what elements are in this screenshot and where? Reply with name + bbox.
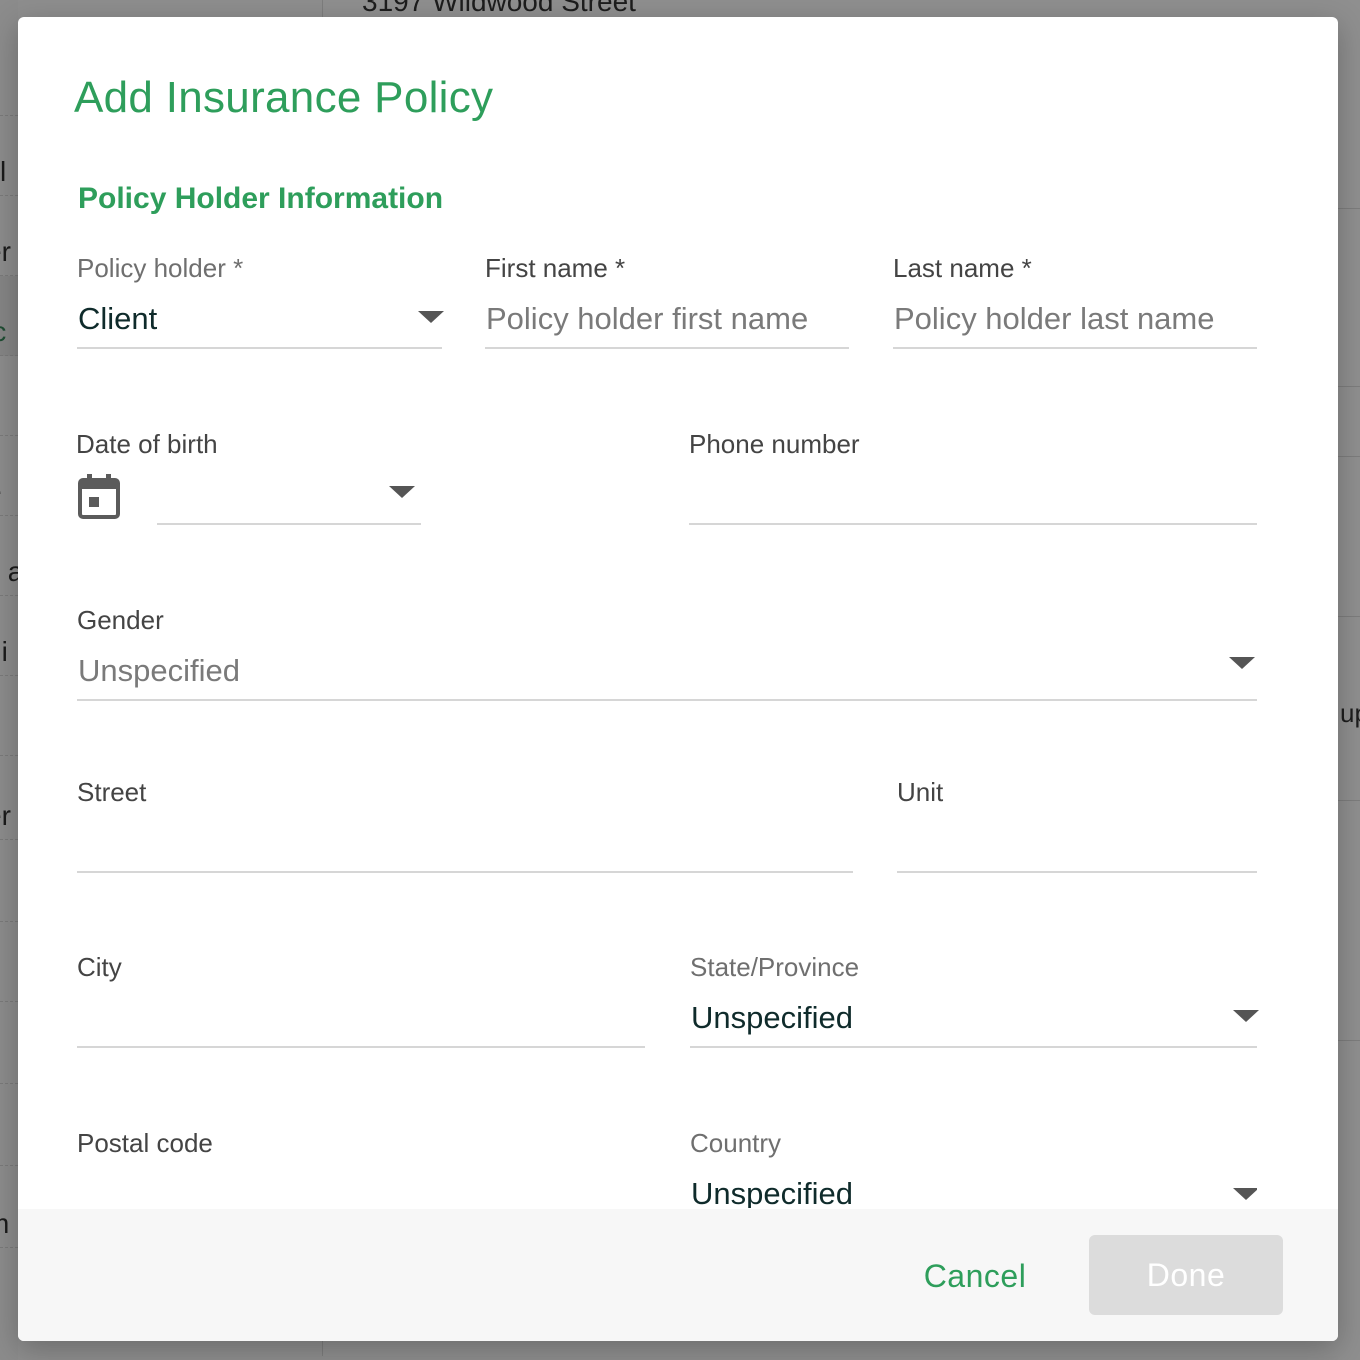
background-divider xyxy=(1338,800,1360,801)
background-sidebar-text: e xyxy=(0,476,2,508)
background-sidebar-row: m xyxy=(0,1168,18,1248)
last-name-underline xyxy=(893,347,1257,349)
policy-holder-underline xyxy=(77,347,442,349)
background-right-panel xyxy=(1338,0,1360,1360)
street-field: Street xyxy=(77,777,853,875)
first-name-underline xyxy=(485,347,849,349)
street-input[interactable] xyxy=(78,825,853,869)
postal-code-input[interactable] xyxy=(78,1176,645,1208)
date-of-birth-label: Date of birth xyxy=(76,429,218,459)
background-sidebar-text: m xyxy=(0,1208,9,1240)
last-name-label: Last name * xyxy=(893,253,1032,283)
chevron-down-icon xyxy=(1229,657,1255,669)
street-underline xyxy=(77,871,853,873)
dialog-title: Add Insurance Policy xyxy=(74,73,494,122)
background-sidebar-row: y xyxy=(0,36,18,116)
city-input[interactable] xyxy=(78,1000,645,1044)
first-name-input[interactable]: Policy holder first name xyxy=(486,301,808,337)
dialog-footer: Cancel Done xyxy=(18,1209,1338,1341)
add-insurance-policy-dialog: Add Insurance Policy Policy Holder Infor… xyxy=(18,17,1338,1341)
background-sidebar-row: s a xyxy=(0,516,18,596)
date-of-birth-field: Date of birth xyxy=(76,429,422,527)
first-name-label: First name * xyxy=(485,253,626,283)
last-name-field: Last name * Policy holder last name xyxy=(893,253,1257,351)
first-name-field: First name * Policy holder first name xyxy=(485,253,849,351)
policy-holder-select[interactable]: Policy holder * Client xyxy=(77,253,444,351)
country-select[interactable]: Country Unspecified xyxy=(690,1128,1257,1208)
background-sidebar-text: cl xyxy=(0,156,7,187)
background-sidebar-row xyxy=(0,1086,18,1166)
unit-label: Unit xyxy=(897,777,944,807)
background-sidebar-row: di xyxy=(0,596,18,676)
background-divider xyxy=(1338,386,1360,387)
city-label: City xyxy=(77,952,122,982)
country-label: Country xyxy=(690,1128,782,1158)
background-sidebar-text: s a xyxy=(0,556,18,588)
background-sidebar-row xyxy=(0,676,18,756)
city-underline xyxy=(77,1046,645,1048)
state-province-underline xyxy=(690,1046,1257,1048)
last-name-input[interactable]: Policy holder last name xyxy=(894,301,1215,337)
date-of-birth-select[interactable] xyxy=(157,469,421,525)
background-sidebar-row xyxy=(0,922,18,1002)
phone-number-underline xyxy=(689,523,1257,525)
unit-field: Unit xyxy=(897,777,1257,875)
chevron-down-icon xyxy=(389,486,415,498)
street-label: Street xyxy=(77,777,147,807)
background-street-text: 3197 Wildwood Street xyxy=(362,0,636,17)
state-province-select[interactable]: State/Province Unspecified xyxy=(690,952,1259,1050)
city-field: City xyxy=(77,952,645,1050)
background-sidebar-row xyxy=(0,842,18,922)
background-divider xyxy=(1338,208,1360,209)
phone-number-field: Phone number xyxy=(689,429,1257,527)
postal-code-field: Postal code xyxy=(77,1128,645,1208)
background-sidebar-row xyxy=(0,1004,18,1084)
background-sidebar-row: er xyxy=(0,760,18,840)
policy-holder-label: Policy holder * xyxy=(77,253,244,283)
chevron-down-icon xyxy=(1233,1188,1257,1200)
background-sidebar-row: er xyxy=(0,196,18,276)
unit-underline xyxy=(897,871,1257,873)
chevron-down-icon xyxy=(1233,1010,1259,1022)
date-of-birth-underline xyxy=(157,523,421,525)
background-sidebar-text: di xyxy=(0,636,8,667)
background-sidebar: y cl er ic y e s a di er m xyxy=(0,0,18,1360)
phone-number-input[interactable] xyxy=(690,477,1257,521)
background-sidebar-row: y xyxy=(0,356,18,436)
phone-number-label: Phone number xyxy=(689,429,860,459)
background-divider xyxy=(1338,456,1360,457)
gender-value: Unspecified xyxy=(78,653,240,688)
gender-label: Gender xyxy=(77,605,164,635)
country-value: Unspecified xyxy=(691,1176,853,1208)
state-province-label: State/Province xyxy=(690,952,860,982)
done-button[interactable]: Done xyxy=(1089,1235,1283,1315)
background-sidebar-text: er xyxy=(0,800,11,831)
gender-underline xyxy=(77,699,1257,701)
calendar-icon[interactable] xyxy=(78,473,120,519)
background-sidebar-text: er xyxy=(0,236,11,267)
background-right-text: up xyxy=(1340,698,1360,728)
background-divider xyxy=(1338,616,1360,617)
gender-select[interactable]: Gender Unspecified xyxy=(77,605,1257,703)
section-title: Policy Holder Information xyxy=(78,182,444,215)
background-divider xyxy=(1338,1040,1360,1041)
background-sidebar-text: ic xyxy=(0,316,6,348)
chevron-down-icon xyxy=(418,311,444,323)
postal-code-label: Postal code xyxy=(77,1128,213,1158)
cancel-button[interactable]: Cancel xyxy=(902,1247,1048,1305)
background-sidebar-row: e xyxy=(0,436,18,516)
state-province-value: Unspecified xyxy=(691,1000,853,1035)
policy-holder-value: Client xyxy=(78,301,158,336)
background-sidebar-row: ic xyxy=(0,276,18,356)
unit-input[interactable] xyxy=(898,825,1257,869)
background-sidebar-row: cl xyxy=(0,116,18,196)
